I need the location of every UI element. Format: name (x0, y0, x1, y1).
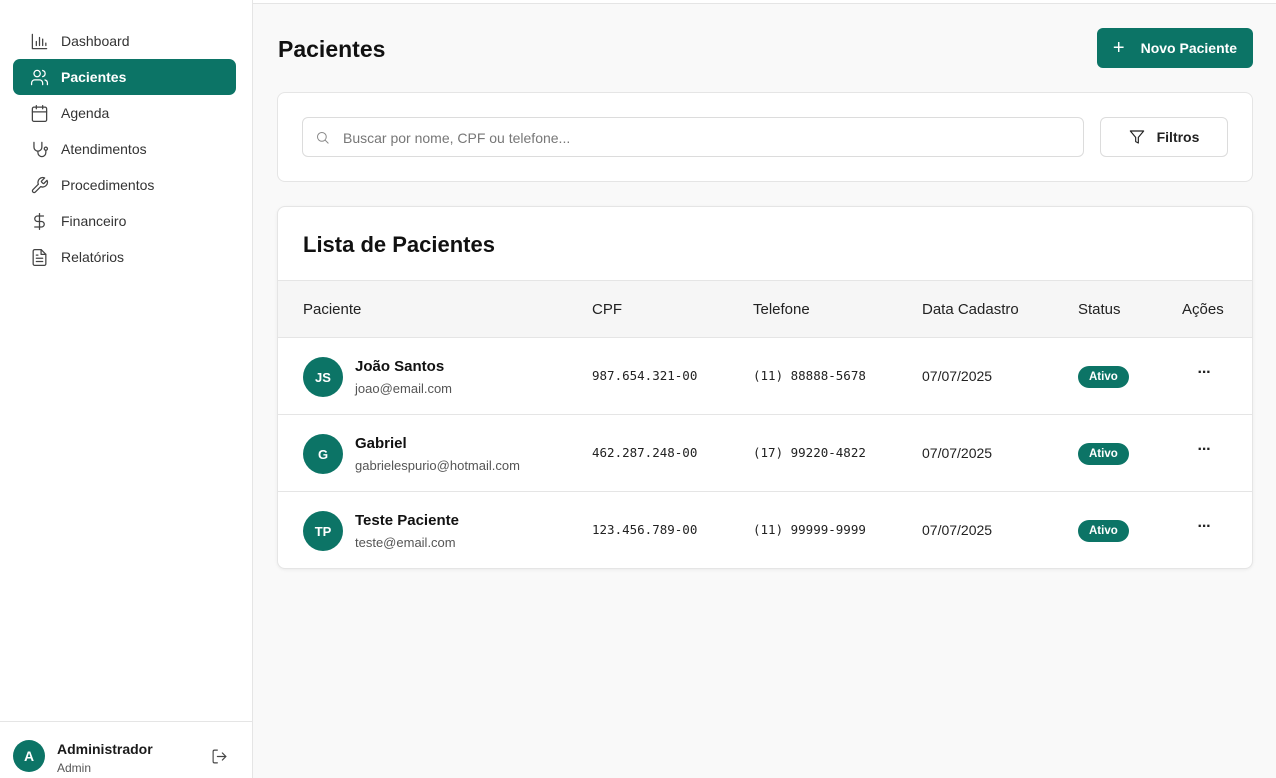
sidebar-item-label: Atendimentos (61, 141, 147, 157)
table-row[interactable]: G Gabriel gabrielespurio@hotmail.com 462… (278, 415, 1252, 492)
patient-name: Gabriel (355, 435, 407, 452)
sidebar-item-label: Agenda (61, 105, 110, 121)
stethoscope-icon (29, 139, 49, 159)
sidebar-item-pacientes[interactable]: Pacientes (13, 59, 236, 95)
column-header-telefone: Telefone (753, 301, 810, 318)
column-header-cpf: CPF (592, 301, 622, 318)
patient-phone: (11) 88888-5678 (753, 368, 866, 383)
column-header-status: Status (1078, 301, 1121, 318)
patient-date: 07/07/2025 (922, 522, 993, 538)
patient-email: gabrielespurio@hotmail.com (355, 458, 520, 473)
list-title: Lista de Pacientes (303, 232, 495, 257)
logout-icon[interactable] (211, 748, 229, 766)
patient-date: 07/07/2025 (922, 368, 993, 384)
patient-avatar: JS (303, 357, 343, 397)
filter-card: Filtros (277, 92, 1253, 182)
patient-email: joao@email.com (355, 381, 453, 396)
sidebar-item-financeiro[interactable]: Financeiro (13, 203, 236, 239)
sidebar-item-procedimentos[interactable]: Procedimentos (13, 167, 236, 203)
sidebar-item-label: Pacientes (61, 69, 127, 85)
search-box[interactable] (302, 117, 1084, 157)
column-header-paciente: Paciente (303, 301, 362, 318)
table-row[interactable]: JS João Santos joao@email.com 987.654.32… (278, 338, 1252, 415)
sidebar-item-label: Financeiro (61, 213, 127, 229)
table-header: Paciente CPF Telefone Data Cadastro Stat… (278, 280, 1252, 338)
patient-phone: (17) 99220-4822 (753, 445, 866, 460)
filters-button[interactable]: Filtros (1100, 117, 1228, 157)
users-icon (29, 67, 49, 87)
file-text-icon (29, 247, 49, 267)
more-actions-icon[interactable]: ··· (1194, 364, 1214, 386)
bar-chart-icon (29, 31, 49, 51)
page-title: Pacientes (278, 36, 386, 62)
more-actions-icon[interactable]: ··· (1194, 518, 1214, 540)
patient-name: Teste Paciente (355, 512, 459, 529)
patient-date: 07/07/2025 (922, 445, 993, 461)
sidebar: Dashboard Pacientes Agenda Atendimentos … (0, 0, 253, 778)
user-role: Admin (57, 761, 92, 775)
user-name: Administrador (57, 741, 153, 757)
patient-email: teste@email.com (355, 535, 456, 550)
filter-icon (1129, 130, 1144, 144)
status-badge: Ativo (1078, 443, 1129, 465)
new-patient-label: Novo Paciente (1140, 40, 1238, 56)
new-patient-button[interactable]: + Novo Paciente (1097, 28, 1253, 68)
patient-name: João Santos (355, 358, 445, 375)
status-badge: Ativo (1078, 520, 1129, 542)
top-bar (253, 0, 1276, 4)
search-icon (315, 130, 331, 146)
sidebar-item-dashboard[interactable]: Dashboard (13, 23, 236, 59)
patient-avatar: G (303, 434, 343, 474)
patient-cpf: 987.654.321-00 (592, 368, 698, 383)
avatar: A (13, 740, 45, 772)
user-profile: A Administrador Admin (0, 721, 252, 778)
more-actions-icon[interactable]: ··· (1194, 441, 1214, 463)
sidebar-item-relatorios[interactable]: Relatórios (13, 239, 236, 275)
column-header-acoes: Ações (1182, 301, 1224, 318)
patient-cpf: 462.287.248-00 (592, 445, 698, 460)
patient-cpf: 123.456.789-00 (592, 522, 698, 537)
patient-phone: (11) 99999-9999 (753, 522, 866, 537)
calendar-icon (29, 103, 49, 123)
column-header-data-cadastro: Data Cadastro (922, 301, 1019, 318)
sidebar-item-atendimentos[interactable]: Atendimentos (13, 131, 236, 167)
status-badge: Ativo (1078, 366, 1129, 388)
patient-avatar: TP (303, 511, 343, 551)
dollar-icon (29, 211, 49, 231)
sidebar-item-label: Relatórios (61, 249, 125, 265)
sidebar-item-label: Dashboard (61, 33, 130, 49)
filters-label: Filtros (1156, 129, 1200, 145)
sidebar-item-label: Procedimentos (61, 177, 155, 193)
patients-list-card: Lista de Pacientes Paciente CPF Telefone… (277, 206, 1253, 569)
search-input[interactable] (343, 126, 1063, 150)
table-row[interactable]: TP Teste Paciente teste@email.com 123.45… (278, 492, 1252, 568)
plus-icon: + (1112, 37, 1125, 59)
wrench-icon (29, 175, 49, 195)
sidebar-nav: Dashboard Pacientes Agenda Atendimentos … (13, 23, 236, 275)
sidebar-item-agenda[interactable]: Agenda (13, 95, 236, 131)
